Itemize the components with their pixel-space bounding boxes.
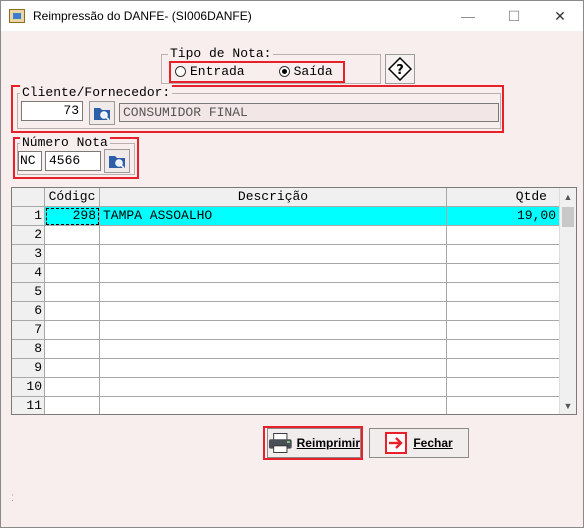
- fechar-label: Fechar: [413, 436, 453, 450]
- cell-qtde[interactable]: [447, 264, 560, 283]
- cell-codigo[interactable]: [45, 378, 100, 397]
- cell-descricao[interactable]: [100, 359, 447, 378]
- cell-codigo[interactable]: [45, 226, 100, 245]
- app-icon: [9, 9, 25, 23]
- cell-qtde[interactable]: [447, 245, 560, 264]
- reimprimir-label: Reimprimir: [296, 436, 360, 450]
- row-header[interactable]: 2: [12, 226, 45, 245]
- row-header[interactable]: 9: [12, 359, 45, 378]
- cell-codigo[interactable]: [45, 397, 100, 414]
- row-header[interactable]: 10: [12, 378, 45, 397]
- row-header[interactable]: 5: [12, 283, 45, 302]
- help-button[interactable]: ?: [385, 54, 415, 84]
- cell-qtde[interactable]: [447, 321, 560, 340]
- numero-nota-legend: Número Nota: [20, 135, 110, 151]
- col-header-descricao[interactable]: Descrição: [100, 188, 447, 207]
- cell-codigo[interactable]: [45, 283, 100, 302]
- cell-descricao[interactable]: [100, 245, 447, 264]
- cell-descricao[interactable]: [100, 302, 447, 321]
- grid-corner: [12, 188, 45, 207]
- cell-qtde[interactable]: [447, 302, 560, 321]
- cell-descricao[interactable]: [100, 340, 447, 359]
- cell-codigo[interactable]: [45, 302, 100, 321]
- cell-descricao[interactable]: TAMPA ASSOALHO: [100, 207, 447, 226]
- cell-codigo[interactable]: [45, 359, 100, 378]
- tipo-nota-options: Entrada Saída: [175, 64, 333, 79]
- radio-saida[interactable]: Saída: [278, 64, 333, 79]
- row-header[interactable]: 8: [12, 340, 45, 359]
- cell-qtde[interactable]: [447, 378, 560, 397]
- cliente-name-field: CONSUMIDOR FINAL: [119, 103, 499, 122]
- cell-qtde[interactable]: [447, 283, 560, 302]
- cell-codigo[interactable]: [45, 340, 100, 359]
- folder-search-icon: [109, 156, 125, 169]
- cliente-legend: Cliente/Fornecedor:: [20, 85, 173, 101]
- cell-qtde[interactable]: 19,00: [447, 207, 560, 226]
- col-header-qtde[interactable]: Qtde: [447, 188, 560, 207]
- cell-qtde[interactable]: [447, 397, 560, 414]
- close-button[interactable]: ✕: [537, 1, 583, 31]
- row-header[interactable]: 6: [12, 302, 45, 321]
- row-header[interactable]: 4: [12, 264, 45, 283]
- cell-codigo[interactable]: [45, 321, 100, 340]
- scroll-down-icon[interactable]: ▼: [560, 397, 576, 414]
- radio-saida-label: Saída: [293, 64, 333, 79]
- items-grid[interactable]: Códigc Descrição Qtde 1 298 TAMPA ASSOALHO…: [11, 187, 577, 415]
- col-header-codigo[interactable]: Códigc: [45, 188, 100, 207]
- scroll-thumb[interactable]: [562, 207, 574, 227]
- row-header[interactable]: 7: [12, 321, 45, 340]
- cell-codigo[interactable]: 298: [45, 207, 100, 226]
- cell-qtde[interactable]: [447, 226, 560, 245]
- cell-descricao[interactable]: [100, 283, 447, 302]
- help-glyph: ?: [396, 63, 404, 78]
- radio-entrada-label: Entrada: [190, 64, 245, 79]
- row-header[interactable]: 3: [12, 245, 45, 264]
- cliente-code-input[interactable]: 73: [21, 101, 83, 121]
- radio-entrada[interactable]: Entrada: [175, 64, 245, 79]
- cell-qtde[interactable]: [447, 340, 560, 359]
- cell-descricao[interactable]: [100, 378, 447, 397]
- maximize-button[interactable]: ☐: [491, 1, 537, 31]
- cell-descricao[interactable]: [100, 397, 447, 414]
- help-diamond-icon: ?: [388, 57, 412, 81]
- printer-icon: [268, 433, 292, 453]
- numero-input[interactable]: 4566: [45, 151, 101, 171]
- exit-icon: [385, 432, 408, 454]
- cell-codigo[interactable]: [45, 264, 100, 283]
- cell-descricao[interactable]: [100, 321, 447, 340]
- cell-codigo[interactable]: [45, 245, 100, 264]
- status-dots: ⁚: [11, 493, 14, 503]
- cliente-lookup-button[interactable]: [89, 101, 115, 125]
- row-header[interactable]: 1: [12, 207, 45, 226]
- cell-qtde[interactable]: [447, 359, 560, 378]
- fechar-button[interactable]: Fechar: [369, 428, 469, 458]
- cell-descricao[interactable]: [100, 264, 447, 283]
- scroll-up-icon[interactable]: ▲: [560, 188, 576, 205]
- nota-lookup-button[interactable]: [104, 149, 130, 173]
- reimprimir-button[interactable]: Reimprimir: [267, 428, 361, 458]
- dialog-window: Reimpressão do DANFE- (SI006DANFE) — ☐ ✕…: [0, 0, 584, 528]
- window-title: Reimpressão do DANFE- (SI006DANFE): [33, 9, 252, 23]
- radio-saida-dot[interactable]: [278, 66, 290, 77]
- title-bar: Reimpressão do DANFE- (SI006DANFE) — ☐ ✕: [1, 1, 583, 31]
- row-header[interactable]: 11: [12, 397, 45, 414]
- folder-search-icon: [94, 108, 110, 121]
- tipo-nota-legend: Tipo de Nota:: [168, 46, 274, 62]
- radio-entrada-dot[interactable]: [175, 66, 186, 77]
- cell-descricao[interactable]: [100, 226, 447, 245]
- grid-scrollbar[interactable]: ▲ ▼: [559, 188, 576, 414]
- minimize-button[interactable]: —: [445, 1, 491, 31]
- serie-input[interactable]: NC: [18, 151, 42, 171]
